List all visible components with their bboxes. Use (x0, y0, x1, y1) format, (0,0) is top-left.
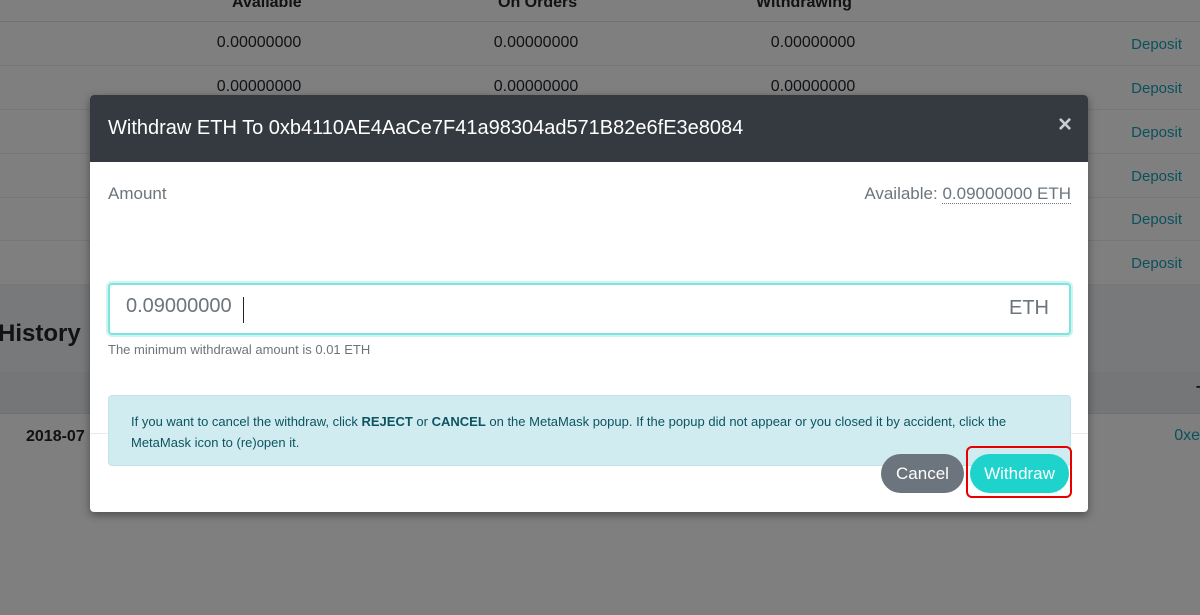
minimum-amount-note: The minimum withdrawal amount is 0.01 ET… (108, 342, 371, 357)
modal-body: Amount Available: 0.09000000 ETH ETH The… (90, 162, 1088, 466)
alert-reject-keyword: REJECT (361, 414, 413, 429)
alert-cancel-keyword: CANCEL (431, 414, 486, 429)
modal-title: Withdraw ETH To 0xb4110AE4AaCe7F41a98304… (108, 117, 744, 139)
amount-label: Amount (108, 184, 167, 203)
close-icon[interactable]: × (1058, 113, 1072, 137)
alert-text-part: If you want to cancel the withdraw, clic… (131, 414, 362, 429)
cancel-button[interactable]: Cancel (881, 454, 964, 493)
amount-field[interactable]: ETH (108, 283, 1071, 335)
alert-text-part: or (412, 414, 432, 429)
text-cursor (243, 297, 244, 323)
available-value[interactable]: 0.09000000 ETH (942, 184, 1071, 204)
modal-header: Withdraw ETH To 0xb4110AE4AaCe7F41a98304… (90, 95, 1088, 162)
modal-footer: Cancel Withdraw (90, 434, 1088, 512)
available-label: Available: (864, 184, 938, 203)
amount-unit: ETH (1009, 297, 1049, 319)
amount-input[interactable] (126, 295, 826, 318)
withdraw-modal: Withdraw ETH To 0xb4110AE4AaCe7F41a98304… (90, 95, 1088, 512)
withdraw-button[interactable]: Withdraw (970, 454, 1069, 493)
available-balance: Available: 0.09000000 ETH (864, 184, 1071, 204)
